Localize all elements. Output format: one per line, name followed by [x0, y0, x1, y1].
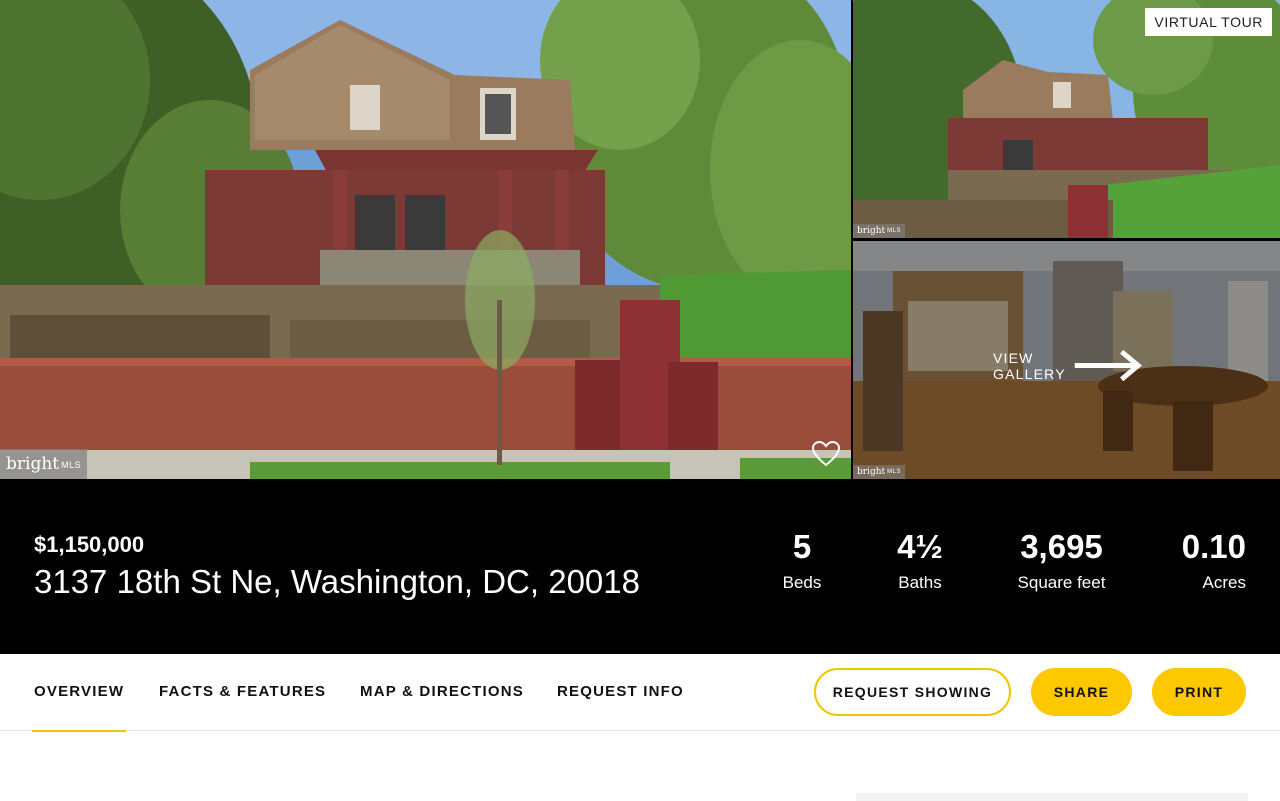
mls-suffix-text: MLS	[61, 460, 82, 470]
mls-logo: bright MLS	[0, 449, 88, 479]
view-gallery-label: VIEW GALLERY	[993, 349, 1066, 382]
sqft-value: 3,695	[1020, 528, 1103, 565]
beds-label: Beds	[782, 573, 822, 592]
tab-facts-features[interactable]: FACTS & FEATURES	[159, 683, 326, 700]
print-button[interactable]: PRINT	[1152, 668, 1246, 716]
mls-brand-text: bright	[6, 454, 60, 474]
stat-beds: 5 Beds	[772, 529, 832, 593]
sqft-label: Square feet	[1017, 573, 1106, 592]
side-photo-exterior[interactable]: VIRTUAL TOUR bright MLS	[853, 0, 1280, 238]
house-front-illustration	[0, 0, 851, 479]
view-gallery-link[interactable]: VIEW GALLERY	[993, 349, 1143, 382]
tab-map-directions[interactable]: MAP & DIRECTIONS	[360, 683, 524, 700]
listing-price: $1,150,000	[34, 532, 145, 557]
mls-logo-small: bright MLS	[853, 224, 905, 238]
request-showing-button[interactable]: REQUEST SHOWING	[814, 668, 1011, 716]
tab-request-info[interactable]: REQUEST INFO	[557, 683, 684, 700]
listing-summary: $1,150,000 3137 18th St Ne, Washington, …	[0, 479, 1280, 654]
mls-logo-small: bright MLS	[853, 465, 905, 479]
photo-gallery: bright MLS VIRTUAL TOUR bright MLS VIEW …	[0, 0, 1280, 479]
baths-value: 4½	[897, 528, 943, 565]
virtual-tour-button[interactable]: VIRTUAL TOUR	[1145, 8, 1272, 36]
stat-square-feet: 3,695 Square feet	[1004, 529, 1119, 593]
listing-address: 3137 18th St Ne, Washington, DC, 20018	[34, 563, 640, 600]
mls-brand-text: bright	[857, 226, 886, 236]
side-photo-interior[interactable]: VIEW GALLERY bright MLS	[853, 241, 1280, 479]
beds-value: 5	[792, 528, 812, 565]
acres-value: 0.10	[1181, 528, 1246, 565]
mls-brand-text: bright	[857, 467, 886, 477]
stat-baths: 4½ Baths	[880, 529, 960, 593]
mls-suffix-text: MLS	[887, 469, 901, 475]
mls-suffix-text: MLS	[887, 228, 901, 234]
main-listing-photo[interactable]: bright MLS	[0, 0, 851, 479]
arrow-right-icon	[1074, 349, 1142, 382]
share-button[interactable]: SHARE	[1031, 668, 1132, 716]
baths-label: Baths	[898, 573, 942, 592]
tab-overview[interactable]: OVERVIEW	[31, 683, 127, 732]
stat-acres: 0.10 Acres	[1176, 529, 1246, 593]
favorite-button[interactable]	[811, 440, 841, 468]
acres-label: Acres	[1202, 573, 1246, 592]
heart-outline-icon	[811, 440, 841, 467]
listing-nav-bar: OVERVIEW FACTS & FEATURES MAP & DIRECTIO…	[0, 654, 1280, 732]
